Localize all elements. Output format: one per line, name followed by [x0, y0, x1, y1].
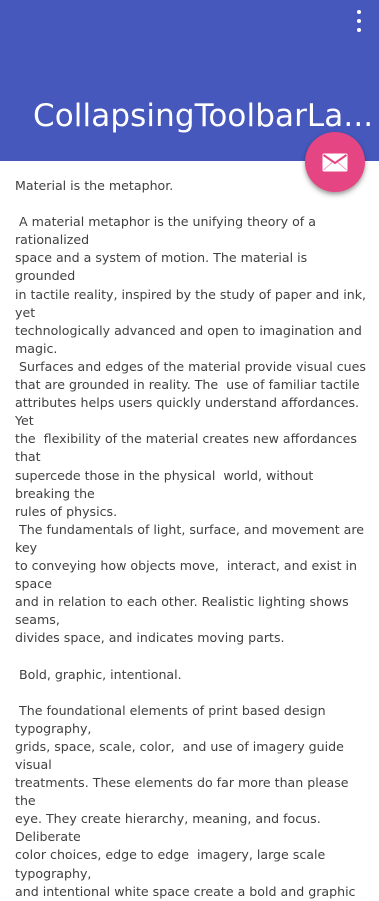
mail-icon — [322, 153, 348, 171]
overflow-dot — [357, 10, 361, 14]
article-body-text: Material is the metaphor. A material met… — [15, 178, 366, 899]
toolbar-title: CollapsingToolbarLa... — [33, 98, 374, 134]
overflow-dot — [357, 19, 361, 23]
mail-fab-button[interactable] — [305, 132, 365, 192]
overflow-dot — [357, 28, 361, 32]
more-vert-icon[interactable] — [353, 10, 365, 32]
